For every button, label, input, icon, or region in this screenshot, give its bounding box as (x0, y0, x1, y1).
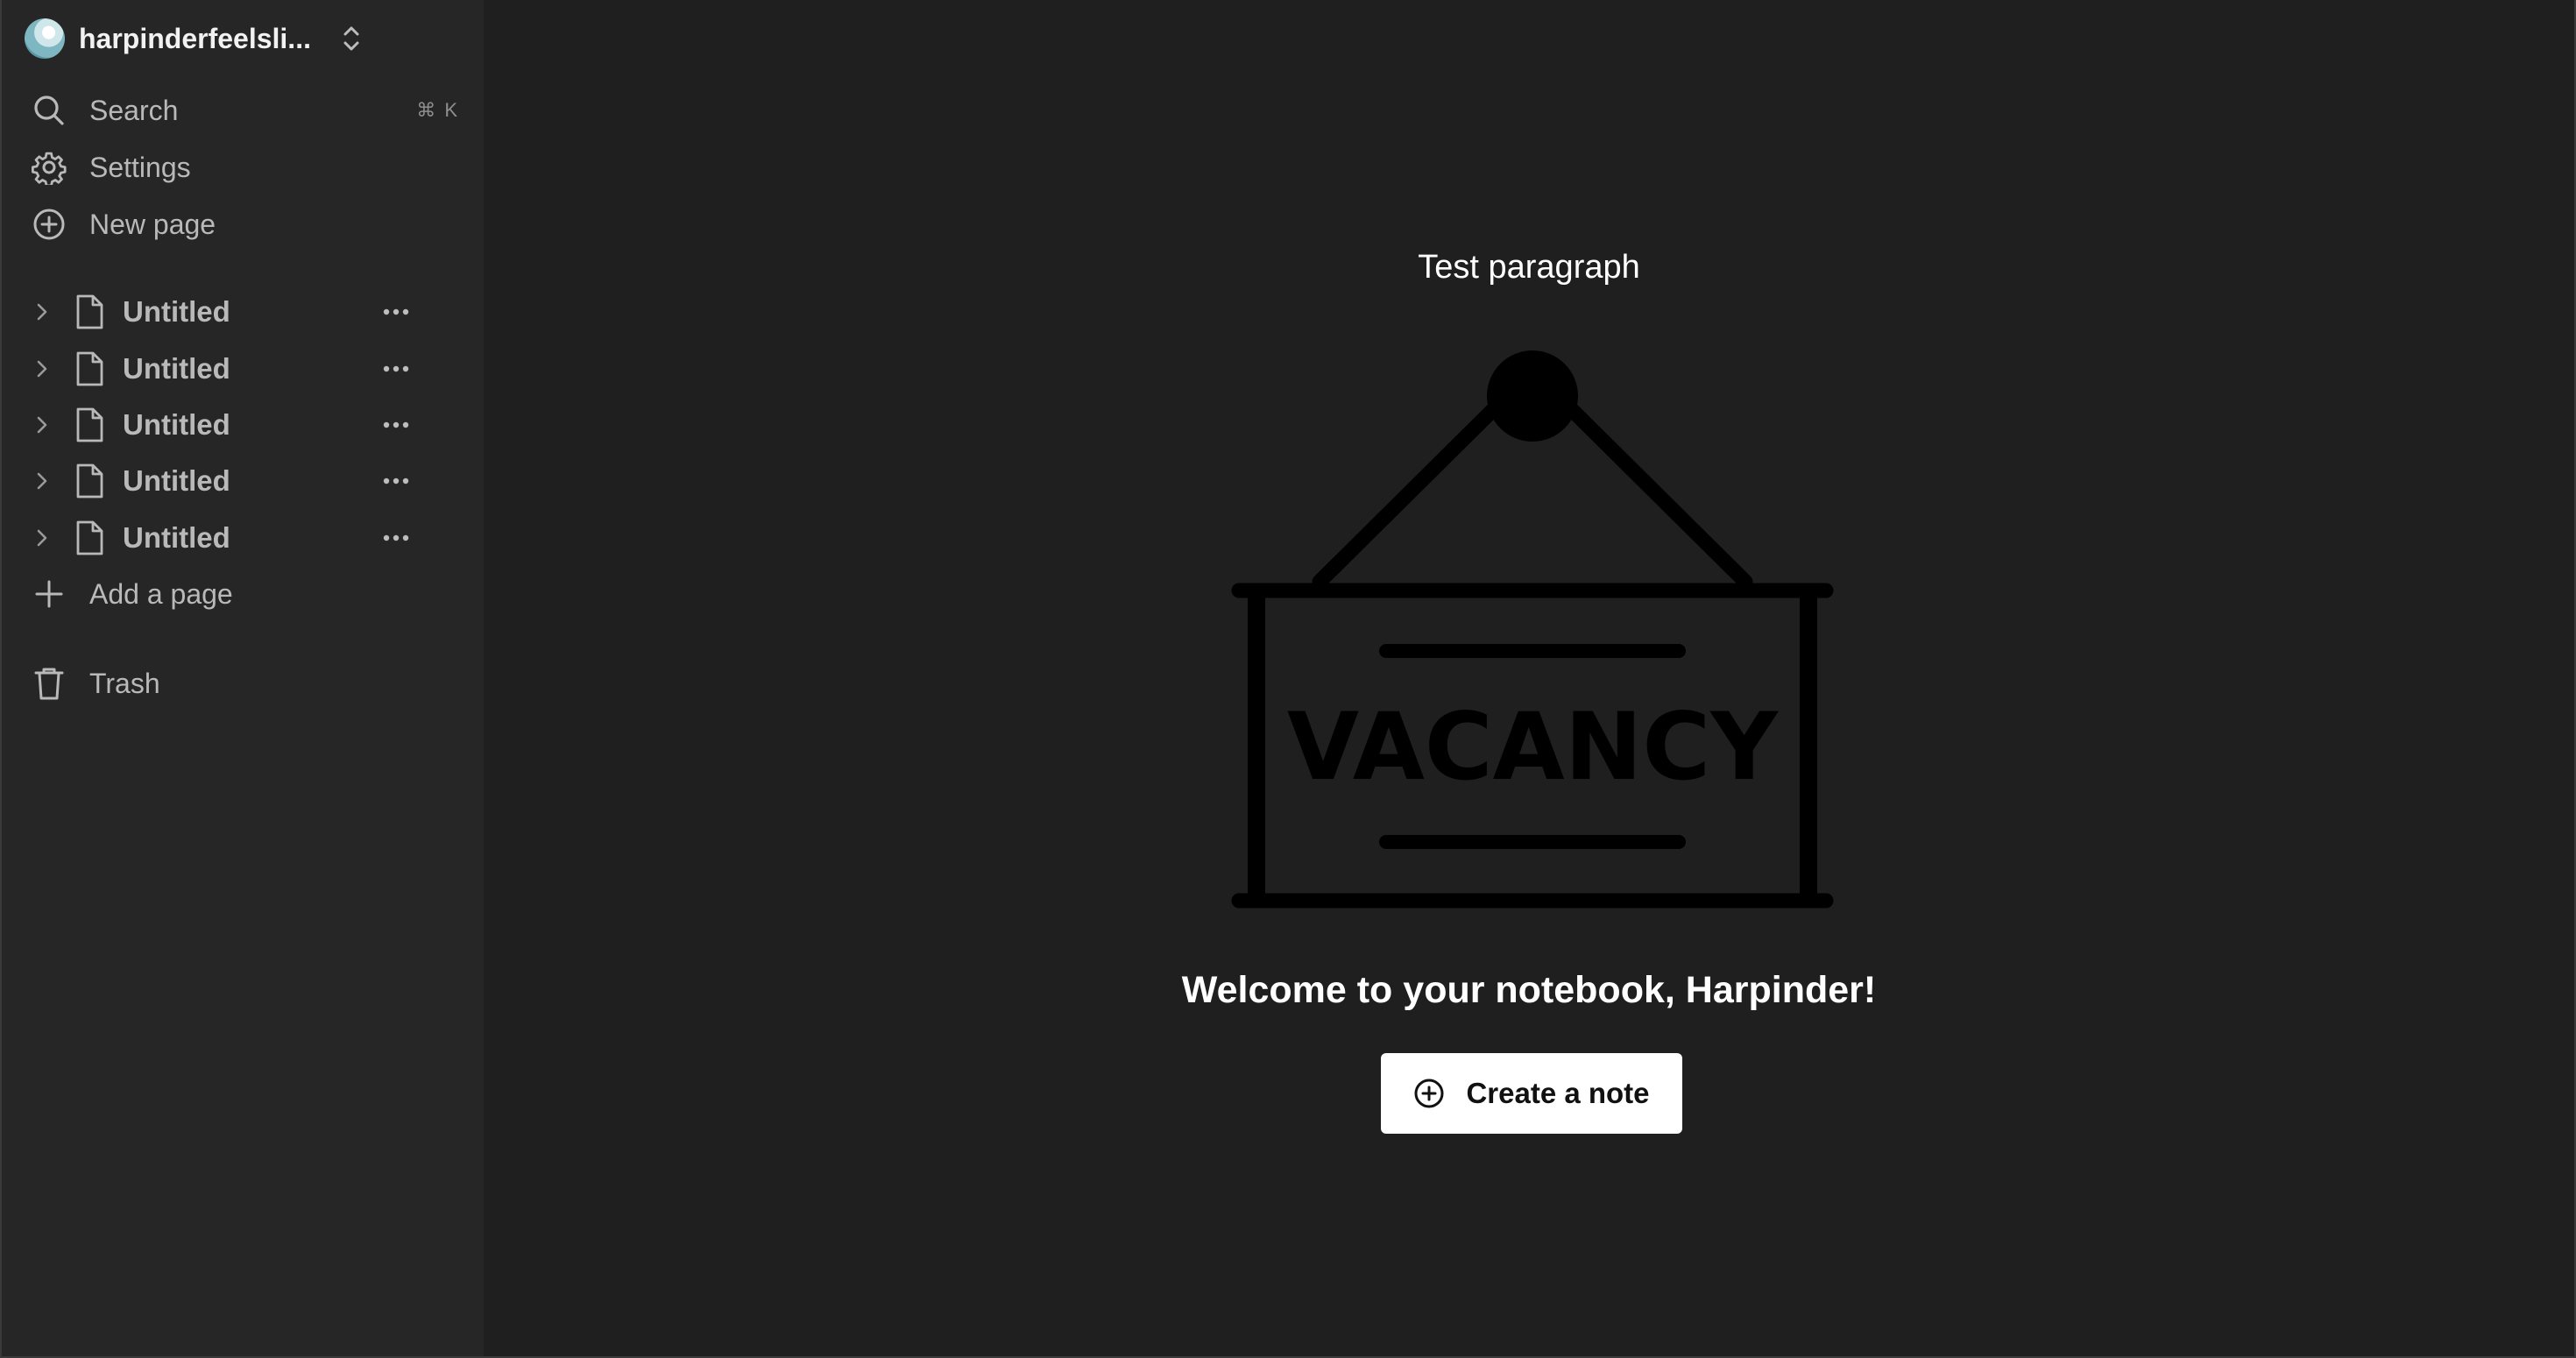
gear-icon (32, 150, 67, 185)
ellipsis-icon[interactable] (377, 411, 415, 439)
ellipsis-icon[interactable] (377, 355, 415, 383)
trash-label: Trash (89, 667, 160, 699)
plus-circle-icon (1414, 1079, 1444, 1108)
new-page-button[interactable]: New page (32, 203, 452, 245)
document-icon (72, 406, 107, 444)
add-page-label: Add a page (89, 577, 233, 610)
page-title: Untitled (123, 408, 230, 441)
search-icon (32, 93, 67, 128)
chevron-right-icon[interactable] (28, 355, 56, 383)
page-title: Test paragraph (1418, 249, 1640, 286)
page-item[interactable]: Untitled (28, 458, 440, 504)
page-item[interactable]: Untitled (28, 515, 440, 561)
trash-icon (32, 666, 67, 701)
page-title: Untitled (123, 464, 230, 497)
document-icon (72, 462, 107, 500)
vacancy-sign-illustration: VACANCY (1231, 350, 1834, 909)
chevron-right-icon[interactable] (28, 467, 56, 495)
sidebar: harpinderfeelsli... Search ⌘ K Settings … (2, 0, 484, 1356)
app-window: harpinderfeelsli... Search ⌘ K Settings … (0, 0, 2576, 1358)
plus-icon (32, 576, 67, 612)
search-shortcut: ⌘ K (416, 99, 459, 121)
search-label: Search (89, 94, 179, 126)
page-title: Untitled (123, 521, 230, 554)
avatar (25, 18, 65, 59)
new-page-label: New page (89, 208, 216, 240)
chevron-up-down-icon (343, 26, 359, 51)
ellipsis-icon[interactable] (377, 524, 415, 552)
page-item[interactable]: Untitled (28, 346, 440, 392)
plus-circle-icon (32, 207, 67, 242)
page-title: Untitled (123, 295, 230, 328)
chevron-right-icon[interactable] (28, 298, 56, 326)
trash-button[interactable]: Trash (32, 662, 452, 704)
create-note-button[interactable]: Create a note (1381, 1053, 1682, 1134)
main-content: Test paragraph VACANCY Welcome to your n… (484, 0, 2574, 1356)
search-button[interactable]: Search ⌘ K (32, 89, 457, 131)
add-page-button[interactable]: Add a page (32, 573, 452, 615)
ellipsis-icon[interactable] (377, 467, 415, 495)
workspace-name: harpinderfeelsli... (79, 22, 311, 54)
workspace-switcher[interactable]: harpinderfeelsli... (25, 18, 362, 60)
page-title: Untitled (123, 352, 230, 385)
vacancy-sign-text: VACANCY (1287, 693, 1779, 801)
welcome-message: Welcome to your notebook, Harpinder! (1181, 969, 1877, 1011)
document-icon (72, 293, 107, 331)
settings-button[interactable]: Settings (32, 146, 452, 188)
document-icon (72, 519, 107, 557)
chevron-right-icon[interactable] (28, 524, 56, 552)
create-note-label: Create a note (1466, 1077, 1650, 1109)
page-item[interactable]: Untitled (28, 402, 440, 448)
page-item[interactable]: Untitled (28, 289, 440, 335)
document-icon (72, 350, 107, 388)
chevron-right-icon[interactable] (28, 411, 56, 439)
ellipsis-icon[interactable] (377, 298, 415, 326)
settings-label: Settings (89, 151, 191, 183)
